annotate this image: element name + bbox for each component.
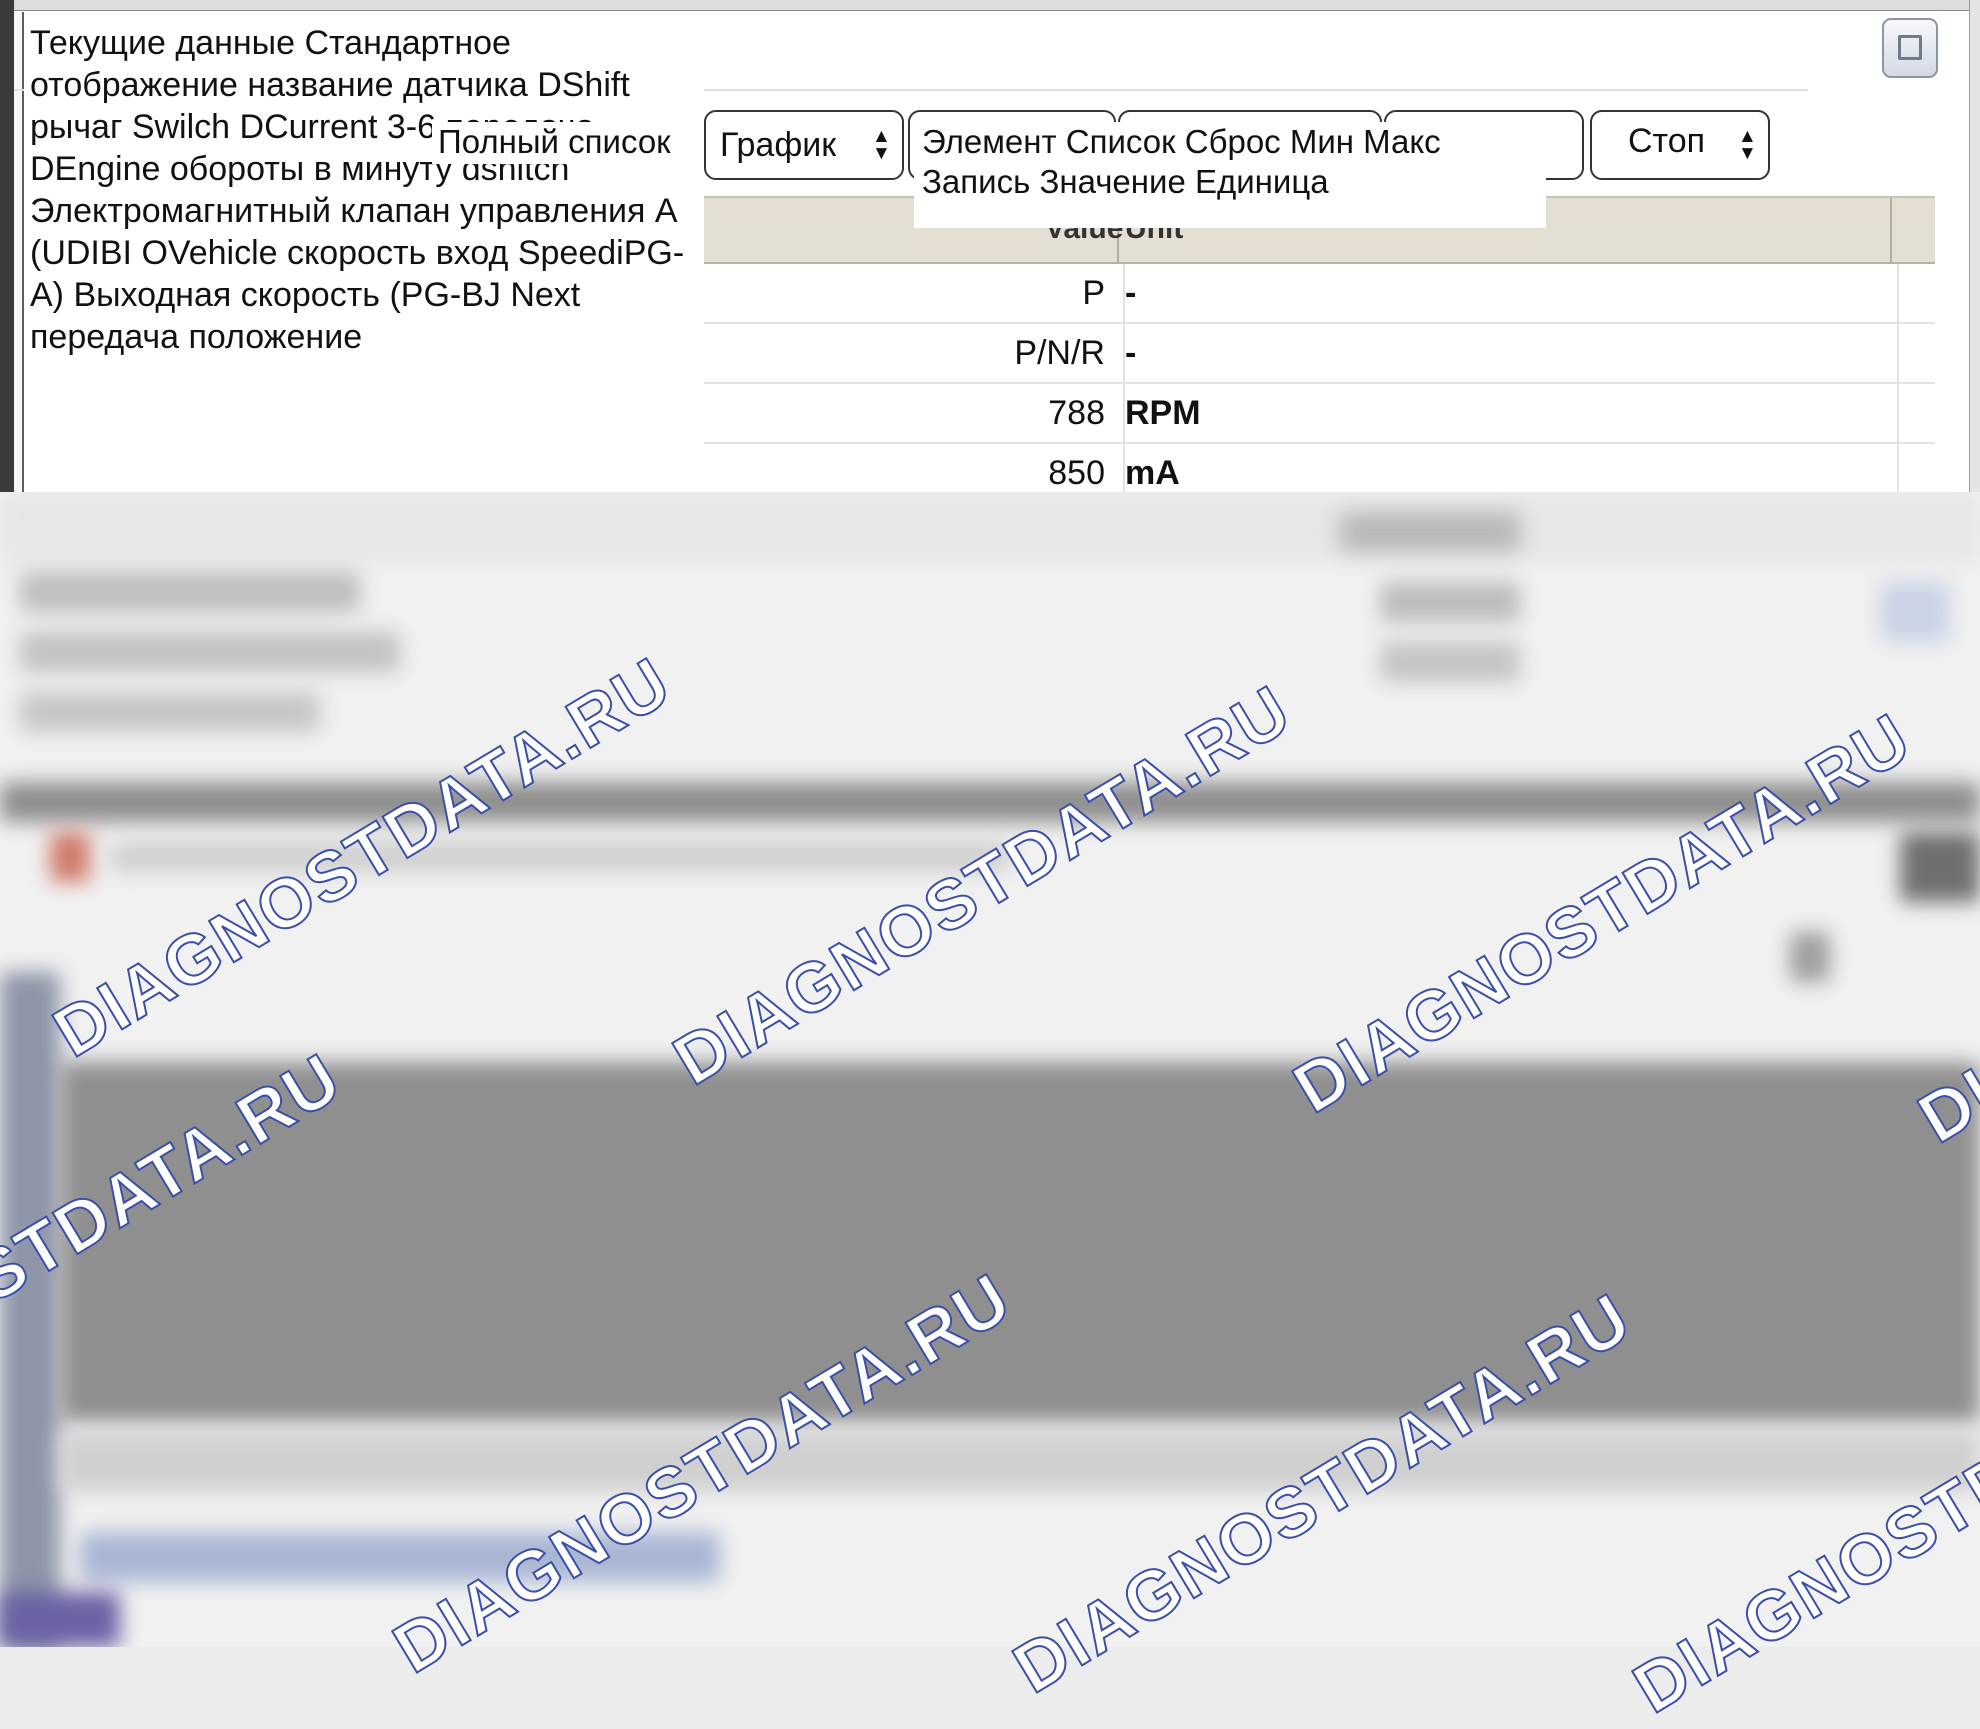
blurred-rows — [60, 1432, 1980, 1492]
blurred-icon — [1790, 932, 1830, 982]
maximize-button[interactable] — [1882, 18, 1938, 78]
row-value: 850 — [1048, 454, 1105, 492]
row-value: P — [1082, 274, 1105, 312]
stop-select[interactable]: Стоп ▲ ▼ — [1590, 110, 1770, 180]
window-right-frame — [1969, 0, 1980, 492]
updown-arrows-icon: ▲ ▼ — [872, 126, 891, 164]
window-left-frame — [0, 0, 14, 492]
row-unit: - — [1125, 274, 1137, 312]
table-row[interactable]: P/N/R - — [665, 324, 1935, 384]
stop-label: Стоп — [1628, 122, 1706, 160]
blurred-rows — [0, 492, 1980, 562]
blurred-text — [20, 692, 320, 732]
graph-mode-select[interactable]: График ▲ ▼ — [704, 110, 904, 180]
blurred-text — [110, 842, 1010, 872]
diagnostic-window: График ▲ ▼ Стоп ▲ ▼ Value Unit P - P/N/R -… — [0, 0, 1980, 492]
blurred-text — [1380, 642, 1520, 682]
blurred-text — [20, 572, 360, 612]
header-divider — [1890, 198, 1892, 264]
blurred-icon — [1880, 582, 1950, 642]
blurred-bar — [0, 782, 1980, 822]
live-data-table: Value Unit P - P/N/R - 788 RPM 850 mA — [665, 196, 1935, 492]
row-value: P/N/R — [1014, 334, 1105, 372]
blurred-icon — [1900, 832, 1980, 902]
blurred-text — [1380, 582, 1520, 622]
updown-arrows-icon: ▲ ▼ — [1738, 126, 1757, 164]
row-unit: mA — [1125, 454, 1180, 492]
columns-tooltip: Элемент Список Сброс Мин Макс Запись Зна… — [914, 122, 1546, 228]
row-unit: - — [1125, 334, 1137, 372]
row-value: 788 — [1048, 394, 1105, 432]
blurred-text — [20, 632, 400, 672]
graph-mode-label: График — [720, 126, 837, 164]
table-row[interactable]: 788 RPM — [665, 384, 1935, 444]
window-top-frame — [14, 0, 1980, 11]
table-row[interactable]: P - — [665, 264, 1935, 324]
blurred-icon — [50, 832, 90, 882]
row-unit: RPM — [1125, 394, 1201, 432]
table-row[interactable]: 850 mA — [665, 444, 1935, 492]
blurred-icon — [0, 1592, 120, 1647]
blurred-text — [1340, 512, 1520, 552]
parameters-tooltip: Текущие данные Стандартное отображение н… — [24, 22, 704, 490]
blurred-panel — [60, 1062, 1980, 1422]
full-list-label[interactable]: Полный список — [432, 122, 677, 164]
parameter-list-border — [14, 12, 24, 492]
maximize-icon — [1898, 35, 1922, 60]
